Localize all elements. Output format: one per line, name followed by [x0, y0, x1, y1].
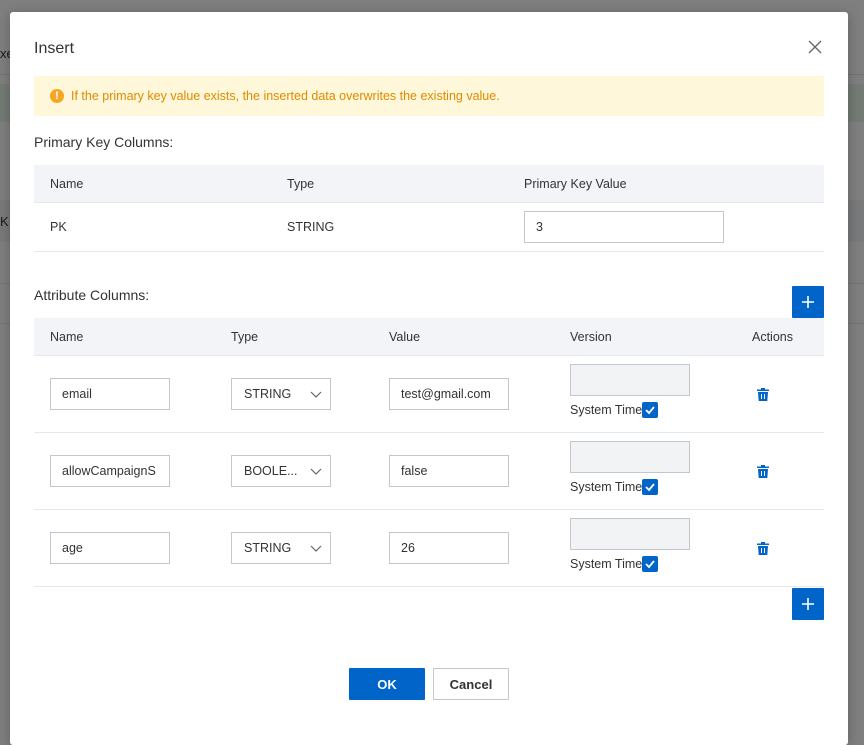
column-header: Name: [50, 330, 84, 344]
plus-icon: [802, 296, 814, 308]
checkbox[interactable]: [642, 402, 659, 418]
add-attribute-button-bottom[interactable]: [792, 588, 824, 620]
column-header: Version: [570, 330, 612, 344]
system-time-checkbox[interactable]: System Time: [570, 479, 659, 495]
primary-key-table: Name Type Primary Key Value PK STRING 3: [34, 165, 824, 252]
delete-attribute-button[interactable]: [757, 542, 769, 560]
delete-attribute-button[interactable]: [757, 465, 769, 483]
select-value: STRING: [244, 387, 292, 401]
attribute-name-input[interactable]: email: [50, 378, 170, 410]
check-icon: [645, 560, 655, 569]
attribute-value-input[interactable]: test@gmail.com: [389, 378, 509, 410]
version-input[interactable]: [570, 441, 690, 473]
table-row: allowCampaignS BOOLE... false System Tim…: [34, 433, 824, 510]
attribute-value-input[interactable]: false: [389, 455, 509, 487]
select-value: STRING: [244, 541, 292, 555]
attribute-type-select[interactable]: STRING: [231, 532, 331, 564]
checkbox[interactable]: [642, 556, 659, 572]
table-header: Name Type Value Version Actions: [34, 318, 824, 356]
attribute-value-input[interactable]: 26: [389, 532, 509, 564]
plus-icon: [802, 598, 814, 610]
primary-key-section-label: Primary Key Columns:: [34, 134, 174, 150]
pk-type: STRING: [287, 220, 335, 234]
close-icon: [808, 40, 822, 54]
system-time-label: System Time: [570, 480, 643, 494]
version-input[interactable]: [570, 518, 690, 550]
column-header: Type: [287, 177, 315, 191]
attribute-type-select[interactable]: BOOLE...: [231, 455, 331, 487]
alert-text: If the primary key value exists, the ins…: [71, 89, 500, 103]
attribute-name-input[interactable]: allowCampaignS: [50, 455, 170, 487]
cancel-button[interactable]: Cancel: [433, 668, 509, 700]
warning-alert: ! If the primary key value exists, the i…: [34, 76, 824, 116]
trash-icon: [757, 388, 769, 401]
attribute-type-select[interactable]: STRING: [231, 378, 331, 410]
table-row: age STRING 26 System Time: [34, 510, 824, 587]
trash-icon: [757, 465, 769, 478]
pk-name: PK: [50, 220, 67, 234]
close-button[interactable]: [808, 40, 824, 56]
insert-dialog: Insert ! If the primary key value exists…: [10, 12, 848, 745]
add-attribute-button-top[interactable]: [792, 286, 824, 318]
table-header: Name Type Primary Key Value: [34, 165, 824, 203]
checkbox[interactable]: [642, 479, 659, 495]
column-header: Name: [50, 177, 84, 191]
check-icon: [645, 406, 655, 415]
primary-key-value-input[interactable]: 3: [524, 211, 724, 243]
chevron-down-icon: [310, 468, 322, 475]
system-time-checkbox[interactable]: System Time: [570, 402, 659, 418]
ok-button[interactable]: OK: [349, 668, 425, 700]
table-row: email STRING test@gmail.com System Time: [34, 356, 824, 433]
column-header: Value: [389, 330, 421, 344]
select-value: BOOLE...: [244, 464, 298, 478]
attribute-table: Name Type Value Version Actions email ST…: [34, 318, 824, 587]
system-time-label: System Time: [570, 403, 643, 417]
column-header: Primary Key Value: [524, 177, 627, 191]
chevron-down-icon: [310, 391, 322, 398]
column-header: Actions: [752, 330, 793, 344]
trash-icon: [757, 542, 769, 555]
dialog-title: Insert: [34, 40, 75, 57]
attribute-section-label: Attribute Columns:: [34, 287, 150, 303]
delete-attribute-button[interactable]: [757, 388, 769, 406]
column-header: Type: [231, 330, 259, 344]
attribute-name-input[interactable]: age: [50, 532, 170, 564]
table-row: PK STRING 3: [34, 203, 824, 252]
system-time-label: System Time: [570, 557, 643, 571]
version-input[interactable]: [570, 364, 690, 396]
warning-icon: !: [50, 89, 64, 103]
system-time-checkbox[interactable]: System Time: [570, 556, 659, 572]
check-icon: [645, 483, 655, 492]
chevron-down-icon: [310, 545, 322, 552]
